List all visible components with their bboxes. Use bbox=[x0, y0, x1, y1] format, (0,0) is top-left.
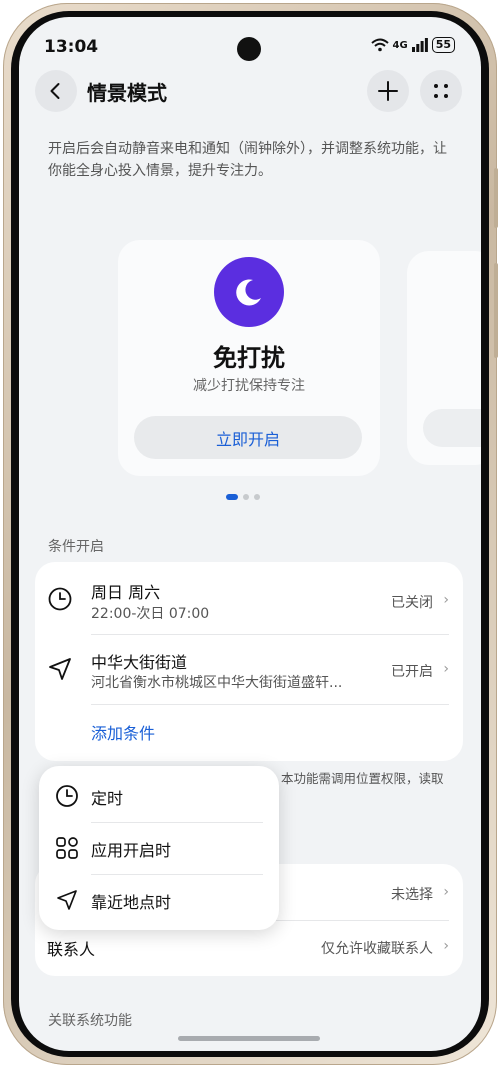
condition-subtitle: 22:00-次日 07:00 bbox=[91, 606, 210, 622]
location-arrow-icon bbox=[49, 658, 71, 680]
mode-card-next[interactable] bbox=[407, 251, 481, 465]
add-condition-link[interactable]: 添加条件 bbox=[91, 720, 155, 744]
mode-card-title: 免打扰 bbox=[213, 344, 285, 372]
volume-button bbox=[494, 168, 498, 228]
menu-item-label: 靠近地点时 bbox=[91, 893, 172, 912]
menu-item-app-open[interactable]: 应用开启时 bbox=[39, 822, 279, 874]
conditions-section-label: 条件开启 bbox=[48, 539, 104, 555]
condition-status: 已开启 bbox=[391, 664, 433, 680]
wifi-icon bbox=[370, 38, 389, 52]
conditions-group: 周日 周六 22:00-次日 07:00 已关闭 › 中华大街街道 河北省衡水市… bbox=[35, 562, 463, 761]
menu-item-label: 定时 bbox=[91, 789, 124, 808]
status-bar: 13:04 4G 55 bbox=[19, 17, 481, 73]
moon-icon bbox=[214, 257, 284, 327]
clock-icon bbox=[48, 587, 72, 611]
condition-row-schedule[interactable]: 周日 周六 22:00-次日 07:00 已关闭 › bbox=[35, 562, 463, 632]
status-time: 13:04 bbox=[44, 37, 99, 57]
chevron-right-icon: › bbox=[443, 938, 449, 954]
chevron-right-icon: › bbox=[443, 592, 449, 608]
signal-icon bbox=[411, 38, 428, 52]
clock-icon bbox=[56, 785, 78, 807]
page-dot[interactable] bbox=[243, 494, 249, 500]
permission-note: 本功能需调用位置权限，读取 bbox=[281, 771, 444, 786]
home-indicator[interactable] bbox=[178, 1036, 320, 1041]
settings-row-value: 仅允许收藏联系人 bbox=[321, 941, 433, 957]
menu-item-near-location[interactable]: 靠近地点时 bbox=[39, 874, 279, 926]
mode-card-next-button[interactable] bbox=[423, 409, 481, 447]
network-type: 4G bbox=[392, 39, 408, 51]
power-button bbox=[494, 263, 498, 358]
back-button[interactable] bbox=[35, 70, 77, 112]
carousel-pagination bbox=[226, 494, 260, 500]
mode-card-subtitle: 减少打扰保持专注 bbox=[193, 378, 305, 394]
page-dot-active[interactable] bbox=[226, 494, 238, 500]
condition-title: 周日 周六 bbox=[91, 583, 161, 602]
page-description: 开启后会自动静音来电和通知（闹钟除外），并调整系统功能，让你能全身心投入情景，提… bbox=[48, 141, 447, 179]
page-dot[interactable] bbox=[254, 494, 260, 500]
status-icons: 4G 55 bbox=[370, 37, 455, 53]
page-title: 情景模式 bbox=[87, 81, 167, 105]
condition-row-location[interactable]: 中华大街街道 河北省衡水市桃城区中华大街街道盛轩... 已开启 › bbox=[35, 634, 463, 704]
plus-icon bbox=[378, 81, 398, 101]
chevron-left-icon bbox=[50, 83, 60, 99]
battery-level: 55 bbox=[431, 37, 455, 53]
screen: 13:04 4G 55 情景模式 开启后会自动静音来电和通知（闹钟除外），并调整… bbox=[19, 17, 481, 1051]
chevron-right-icon: › bbox=[443, 884, 449, 900]
condition-title: 中华大街街道 bbox=[91, 653, 188, 672]
chevron-right-icon: › bbox=[443, 661, 449, 677]
divider bbox=[91, 704, 449, 705]
apps-grid-icon bbox=[56, 837, 78, 859]
mode-card-do-not-disturb[interactable]: 免打扰 减少打扰保持专注 立即开启 bbox=[118, 240, 380, 476]
front-camera bbox=[237, 37, 261, 61]
add-condition-menu: 定时 应用开启时 靠近地点时 bbox=[39, 766, 279, 930]
condition-subtitle: 河北省衡水市桃城区中华大街街道盛轩... bbox=[91, 675, 343, 691]
menu-item-label: 应用开启时 bbox=[91, 841, 172, 860]
menu-item-timer[interactable]: 定时 bbox=[39, 770, 279, 822]
condition-status: 已关闭 bbox=[391, 595, 433, 611]
settings-row-label: 联系人 bbox=[47, 940, 96, 959]
location-arrow-icon bbox=[57, 890, 77, 910]
add-button[interactable] bbox=[367, 70, 409, 112]
linked-functions-section-label: 关联系统功能 bbox=[48, 1013, 132, 1029]
more-dots-icon bbox=[434, 84, 448, 98]
more-button[interactable] bbox=[420, 70, 462, 112]
enable-now-button[interactable]: 立即开启 bbox=[134, 416, 362, 459]
settings-row-value: 未选择 bbox=[391, 887, 433, 903]
